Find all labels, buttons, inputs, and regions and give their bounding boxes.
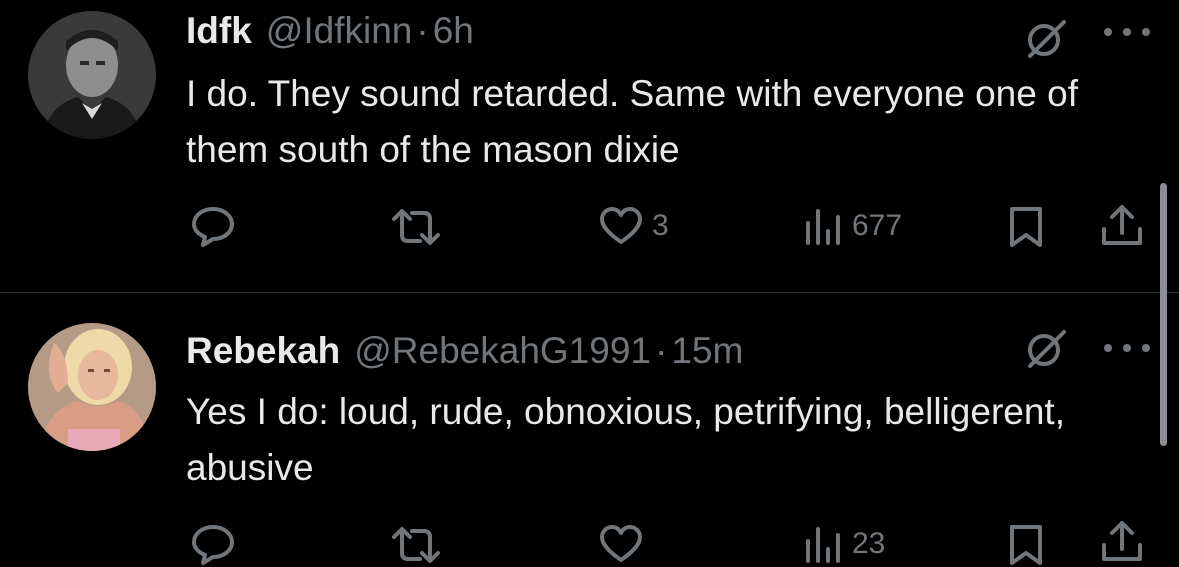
author-name[interactable]: Rebekah	[186, 330, 340, 372]
retweet-button[interactable]	[390, 525, 442, 565]
bookmark-icon	[1010, 525, 1042, 565]
share-button[interactable]	[1100, 519, 1144, 565]
reply-icon	[192, 525, 234, 565]
retweet-icon	[392, 527, 440, 563]
share-icon	[1102, 521, 1142, 561]
tweet[interactable]: Rebekah @RebekahG1991 · 15m Yes I do: lo…	[0, 0, 1179, 565]
views-button[interactable]: 23	[804, 525, 885, 563]
timestamp[interactable]: 15m	[671, 330, 743, 372]
tweet-header: Rebekah @RebekahG1991 · 15m	[186, 330, 743, 374]
like-button[interactable]	[598, 524, 652, 564]
author-handle[interactable]: @RebekahG1991	[354, 330, 651, 372]
view-count: 23	[852, 527, 886, 560]
tweet-text: Yes I do: loud, rude, obnoxious, petrify…	[186, 391, 1065, 488]
reply-button[interactable]	[190, 523, 236, 565]
grok-icon[interactable]	[1024, 326, 1068, 370]
avatar[interactable]	[28, 323, 156, 451]
views-icon	[806, 527, 840, 563]
separator: ·	[655, 330, 668, 371]
scrollbar[interactable]	[1160, 183, 1167, 446]
bookmark-button[interactable]	[1006, 523, 1046, 567]
heart-icon	[600, 525, 642, 562]
more-icon[interactable]	[1104, 338, 1150, 358]
